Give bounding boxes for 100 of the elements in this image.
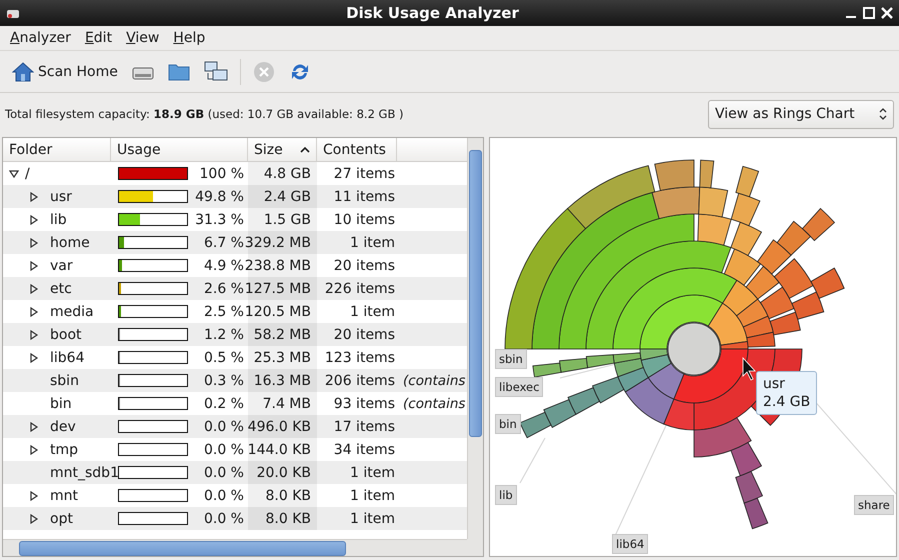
collapsed-arrow-icon[interactable]	[29, 422, 39, 432]
folder-label: lib64	[612, 534, 648, 554]
size-cell: 16.3 MB	[248, 369, 317, 392]
folder-name[interactable]: boot	[45, 326, 82, 342]
scrollbar-thumb[interactable]	[19, 540, 346, 556]
ring-segment[interactable]	[774, 258, 814, 299]
ring-segment[interactable]	[746, 332, 776, 348]
collapsed-arrow-icon[interactable]	[29, 306, 39, 316]
collapsed-arrow-icon[interactable]	[29, 352, 39, 362]
ring-segment[interactable]	[559, 358, 588, 373]
collapsed-arrow-icon[interactable]	[29, 330, 39, 340]
ring-segment[interactable]	[730, 222, 762, 256]
folder-name[interactable]: sbin	[45, 372, 79, 388]
collapsed-arrow-icon[interactable]	[29, 444, 39, 454]
column-header[interactable]: Usage	[111, 138, 248, 161]
ring-segment[interactable]	[776, 220, 811, 256]
ring-segment[interactable]	[760, 286, 794, 320]
ring-segment[interactable]	[673, 348, 748, 404]
ring-segment[interactable]	[654, 160, 694, 191]
folder-name[interactable]: opt	[45, 510, 73, 526]
folder-name[interactable]: lib	[45, 212, 67, 228]
ring-segment[interactable]	[708, 302, 748, 346]
ring-segment[interactable]	[586, 354, 615, 368]
menu-item[interactable]: Analyzer	[4, 28, 77, 48]
ring-segment[interactable]	[640, 294, 723, 350]
ring-segment[interactable]	[722, 280, 758, 316]
folder-name[interactable]: tmp	[45, 442, 78, 458]
vertical-scrollbar[interactable]	[467, 138, 483, 539]
column-header[interactable]: Folder	[3, 138, 111, 161]
ring-segment[interactable]	[532, 192, 660, 350]
ring-segment[interactable]	[558, 214, 694, 350]
column-header[interactable]: Contents	[317, 138, 397, 161]
folder-name[interactable]: lib64	[45, 350, 84, 366]
folder-name[interactable]: mnt	[45, 488, 78, 504]
ring-segment[interactable]	[730, 192, 760, 226]
folder-name[interactable]: var	[45, 258, 73, 274]
ring-segment[interactable]	[757, 239, 792, 274]
ring-segment[interactable]	[736, 298, 768, 328]
ring-segment[interactable]	[504, 208, 586, 350]
horizontal-scrollbar[interactable]	[3, 539, 467, 556]
ring-segment[interactable]	[735, 471, 763, 504]
menu-item[interactable]: Help	[167, 28, 212, 48]
menu-item[interactable]: Edit	[78, 28, 118, 48]
contents-note: (contains	[402, 396, 466, 412]
folder-name[interactable]: media	[45, 304, 94, 320]
collapsed-arrow-icon[interactable]	[29, 214, 39, 224]
ring-segment[interactable]	[624, 377, 674, 424]
ring-segment[interactable]	[694, 417, 752, 458]
ring-segment[interactable]	[543, 399, 576, 428]
ring-segment[interactable]	[744, 498, 768, 530]
ring-segment[interactable]	[770, 312, 801, 336]
ring-segment[interactable]	[568, 387, 600, 415]
menu-item[interactable]: View	[120, 28, 166, 48]
collapsed-arrow-icon[interactable]	[29, 490, 39, 500]
ring-segment[interactable]	[640, 348, 668, 361]
ring-segment[interactable]	[618, 367, 649, 392]
ring-segment[interactable]	[612, 268, 738, 350]
ring-segment[interactable]	[792, 292, 824, 320]
folder-name[interactable]: etc	[45, 280, 72, 296]
view-mode-dropdown[interactable]: View as Rings Chart	[708, 100, 894, 128]
column-header[interactable]: Size	[248, 138, 317, 161]
ring-segment[interactable]	[640, 354, 672, 378]
ring-segment[interactable]	[746, 266, 780, 300]
ring-segment[interactable]	[810, 268, 845, 299]
collapsed-arrow-icon[interactable]	[29, 514, 39, 524]
collapsed-arrow-icon[interactable]	[29, 284, 39, 294]
ring-segment[interactable]	[652, 186, 700, 219]
ring-segment[interactable]	[698, 186, 728, 218]
scan-home-button[interactable]: Scan Home	[8, 58, 122, 86]
folder-name[interactable]: usr	[45, 188, 72, 204]
ring-segment[interactable]	[592, 376, 624, 404]
collapsed-arrow-icon[interactable]	[29, 192, 39, 202]
collapsed-arrow-icon[interactable]	[29, 238, 39, 248]
ring-segment[interactable]	[736, 166, 759, 198]
folder-name[interactable]: dev	[45, 418, 76, 434]
ring-segment[interactable]	[567, 165, 656, 229]
folder-name[interactable]: mnt_sdb1	[45, 464, 119, 480]
folder-name[interactable]: home	[45, 234, 90, 250]
ring-segment[interactable]	[532, 362, 562, 378]
maximize-icon[interactable]	[863, 7, 875, 19]
ring-segment[interactable]	[612, 352, 642, 364]
folder-name[interactable]: /	[25, 166, 30, 182]
root-center-circle[interactable]	[668, 322, 720, 376]
expanded-arrow-icon[interactable]	[9, 168, 19, 178]
ring-segment[interactable]	[520, 412, 552, 438]
collapsed-arrow-icon[interactable]	[29, 260, 39, 270]
ring-segment[interactable]	[742, 316, 774, 338]
ring-segment[interactable]	[724, 248, 761, 286]
ring-segment[interactable]	[802, 208, 835, 241]
ring-segment[interactable]	[586, 240, 732, 350]
ring-segment[interactable]	[730, 442, 762, 476]
folder-name[interactable]: bin	[45, 396, 72, 412]
close-icon[interactable]	[881, 7, 893, 19]
ring-segment[interactable]	[699, 160, 714, 188]
ring-segment[interactable]	[648, 362, 684, 400]
ring-segment[interactable]	[697, 214, 732, 246]
scrollbar-thumb[interactable]	[469, 150, 482, 437]
ring-segment[interactable]	[663, 398, 694, 430]
ring-segment[interactable]	[614, 358, 644, 378]
size-cell: 144.0 KB	[248, 438, 317, 461]
